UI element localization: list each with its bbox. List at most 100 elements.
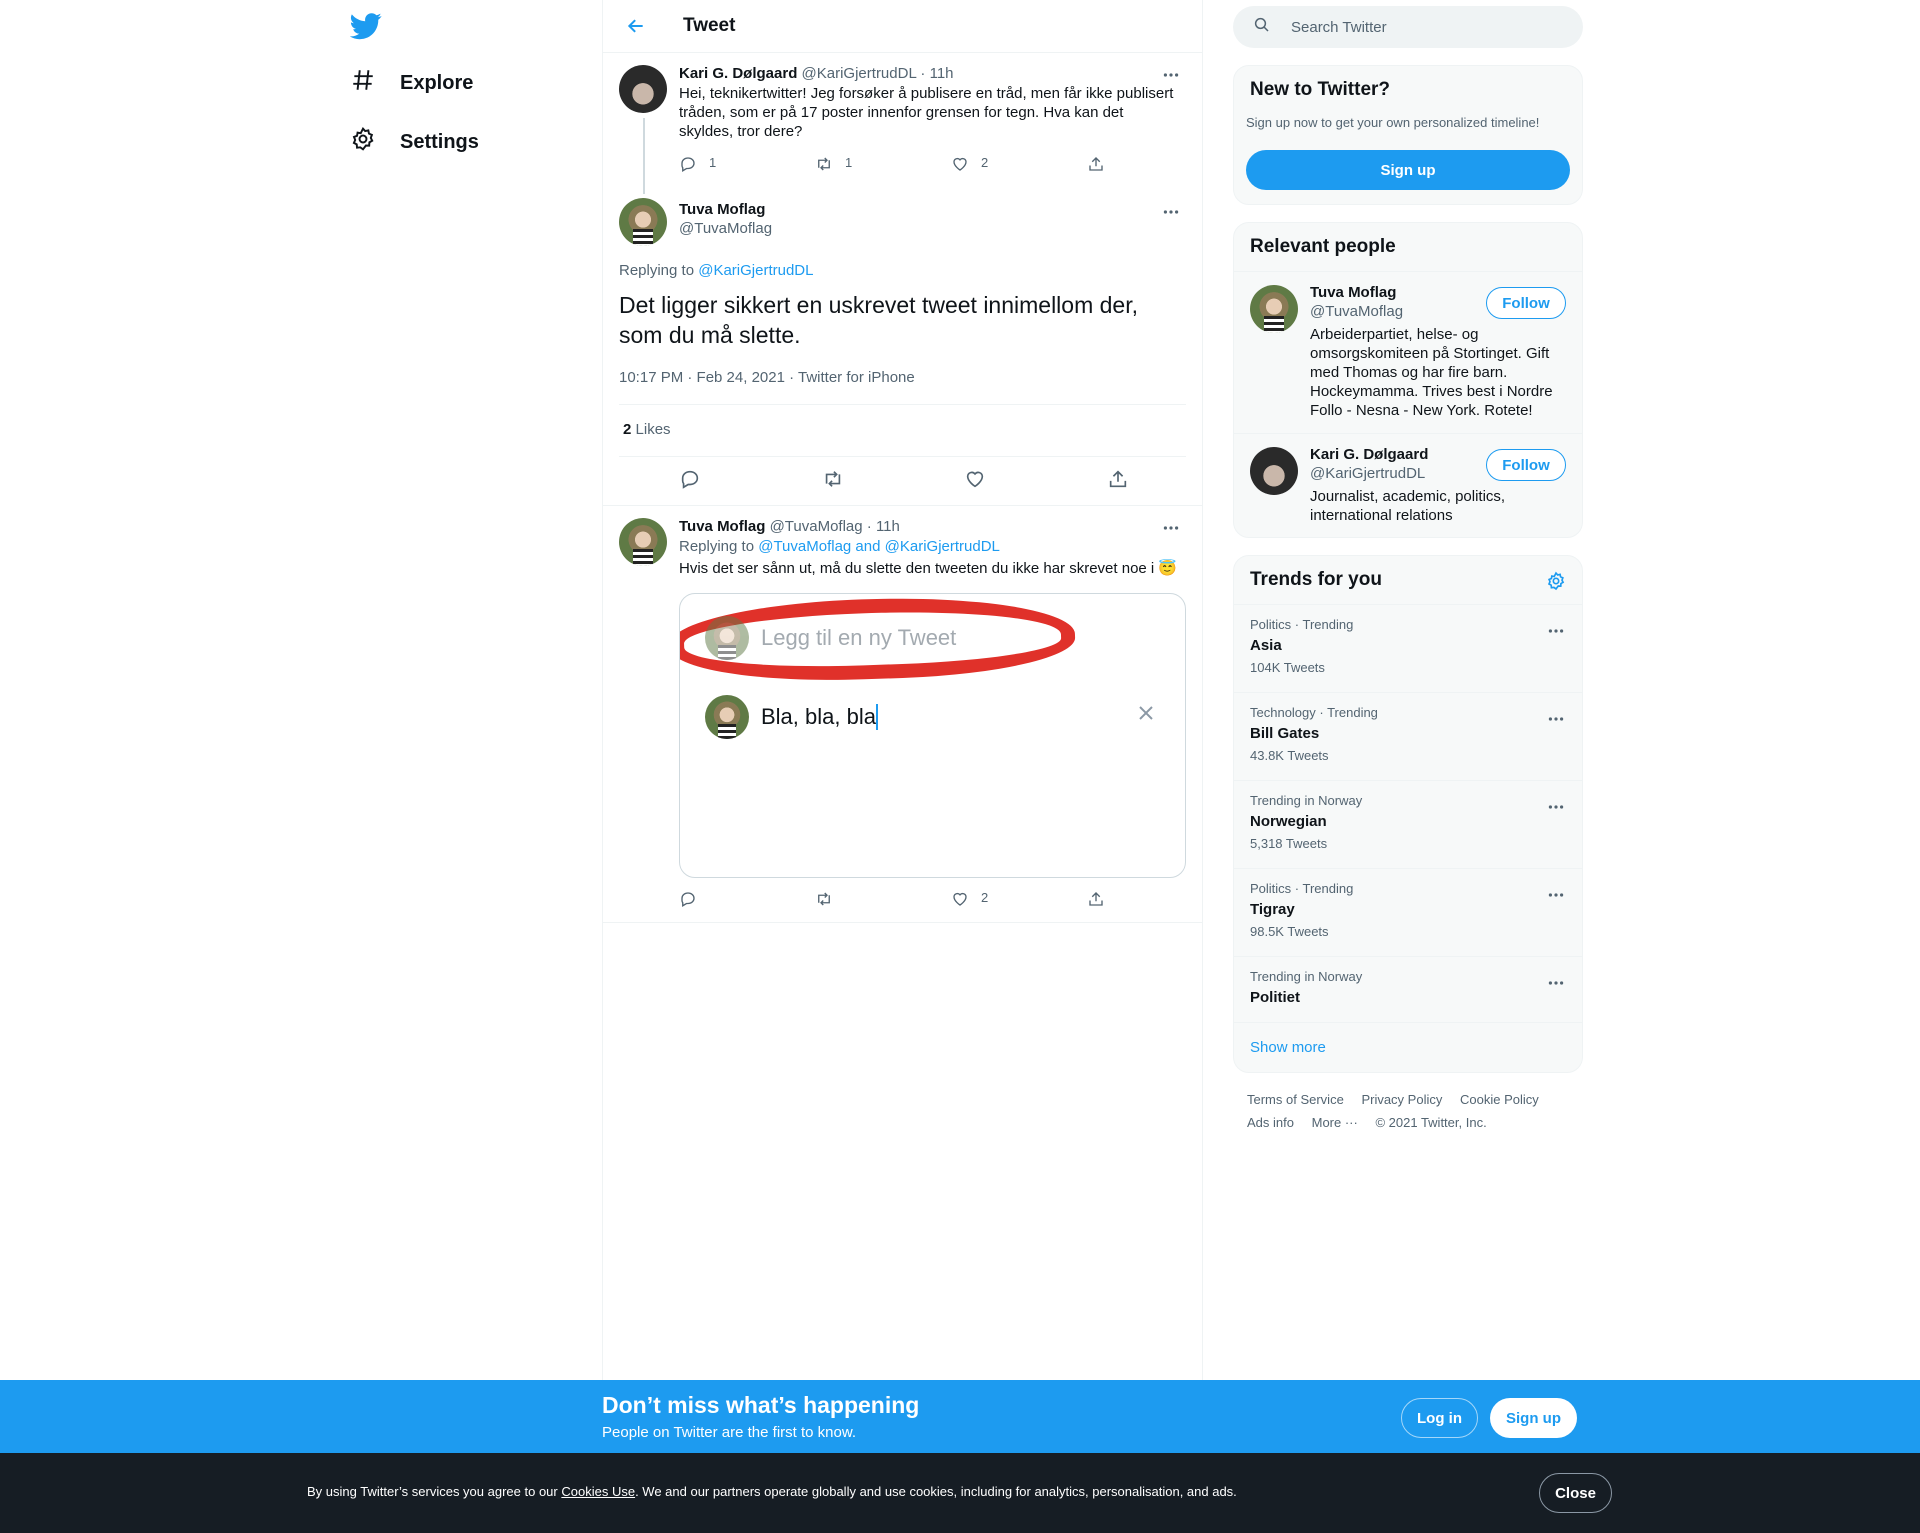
trend-count: 5,318 Tweets <box>1250 836 1328 851</box>
tweet-actions: 1 1 2 <box>679 155 1223 173</box>
author-name[interactable]: Tuva Moflag <box>679 201 772 218</box>
more-dots-icon[interactable] <box>1546 885 1566 905</box>
author-handle[interactable]: @TuvaMoflag <box>770 518 863 535</box>
share-button[interactable] <box>1087 890 1223 908</box>
more-dots-icon[interactable] <box>1546 797 1566 817</box>
more-dots-icon[interactable] <box>1161 202 1181 222</box>
replying-prefix: Replying to <box>679 538 755 555</box>
avatar[interactable] <box>1250 447 1298 495</box>
ads-info-link[interactable]: Ads info <box>1247 1115 1294 1130</box>
cookie-close-button[interactable]: Close <box>1539 1473 1612 1513</box>
reply-count: 1 <box>709 155 717 170</box>
trend-item[interactable]: Technology · Trending Bill Gates 43.8K T… <box>1234 692 1582 780</box>
author-name[interactable]: Tuva Moflag <box>679 518 765 535</box>
person-row[interactable]: Kari G. Dølgaard @KariGjertrudDL Journal… <box>1234 434 1582 534</box>
gear-icon[interactable] <box>1546 571 1566 596</box>
divider <box>619 456 1186 457</box>
gear-icon <box>350 126 376 158</box>
retweet-button[interactable]: 1 <box>815 155 951 173</box>
nav-settings-label: Settings <box>400 130 479 153</box>
back-arrow-icon[interactable] <box>621 11 651 41</box>
trend-item[interactable]: Trending in Norway Norwegian 5,318 Tweet… <box>1234 780 1582 868</box>
cookie-text: By using Twitter’s services you agree to… <box>307 1484 1237 1499</box>
focused-tweet-text: Det ligger sikkert en uskrevet tweet inn… <box>619 292 1138 348</box>
replying-to: Replying to @KariGjertrudDL <box>619 262 813 279</box>
share-button[interactable] <box>1087 155 1223 173</box>
like-icon <box>953 892 967 906</box>
banner-subtext: People on Twitter are the first to know. <box>602 1424 857 1441</box>
terms-link[interactable]: Terms of Service <box>1247 1092 1344 1107</box>
main-column: Tweet Kari G. Dølgaard @KariGjertrudDL ·… <box>602 0 1203 1380</box>
image-compose-row: Legg til en ny Tweet <box>705 616 956 660</box>
tweet-image[interactable]: Legg til en ny Tweet Bla, bla, bla <box>679 593 1186 878</box>
tweet-time[interactable]: · 11h <box>920 65 953 82</box>
retweet-count: 1 <box>845 155 853 170</box>
privacy-link[interactable]: Privacy Policy <box>1361 1092 1442 1107</box>
like-button[interactable]: 2 <box>951 155 1087 173</box>
person-row[interactable]: Tuva Moflag @TuvaMoflag Arbeiderpartiet,… <box>1234 272 1582 432</box>
avatar[interactable] <box>619 198 667 246</box>
retweet-icon[interactable] <box>822 468 844 490</box>
author-name[interactable]: Kari G. Dølgaard <box>679 65 797 82</box>
follow-button[interactable]: Follow <box>1486 449 1566 481</box>
trend-count: 104K Tweets <box>1250 660 1325 675</box>
cookies-use-link[interactable]: Cookies Use <box>561 1484 635 1499</box>
trend-item[interactable]: Politics · Trending Asia 104K Tweets <box>1234 604 1582 692</box>
sidebar-signup-button[interactable]: Sign up <box>1246 150 1570 190</box>
likes-summary[interactable]: 2 Likes <box>623 421 671 438</box>
share-icon[interactable] <box>1107 468 1129 490</box>
avatar[interactable] <box>619 65 667 113</box>
nav-settings[interactable]: Settings <box>350 126 479 158</box>
reply-icon[interactable] <box>679 468 701 490</box>
reply-icon <box>681 157 695 172</box>
login-button[interactable]: Log in <box>1401 1398 1478 1438</box>
author-handle[interactable]: @KariGjertrudDL <box>802 65 917 82</box>
likes-label: Likes <box>635 421 671 438</box>
cookie-link[interactable]: Cookie Policy <box>1460 1092 1539 1107</box>
trend-count: 43.8K Tweets <box>1250 748 1329 763</box>
replying-to-link[interactable]: @TuvaMoflag and @KariGjertrudDL <box>758 538 1000 555</box>
divider <box>603 505 1202 506</box>
more-dots-icon[interactable] <box>1161 518 1181 538</box>
tweet-actions: 2 <box>679 890 1223 908</box>
trend-item[interactable]: Politics · Trending Tigray 98.5K Tweets <box>1234 868 1582 956</box>
banner-heading: Don’t miss what’s happening <box>602 1392 920 1418</box>
card-title: New to Twitter? <box>1250 79 1391 100</box>
tweet-time[interactable]: · 11h <box>867 518 900 535</box>
nav-explore[interactable]: Explore <box>350 67 473 99</box>
focused-tweet-actions <box>619 468 1189 490</box>
avatar <box>705 695 749 739</box>
new-to-twitter-card: New to Twitter? Sign up now to get your … <box>1233 65 1583 205</box>
more-dots-icon[interactable] <box>1161 65 1181 85</box>
replying-to-link[interactable]: @KariGjertrudDL <box>698 262 813 279</box>
avatar[interactable] <box>1250 285 1298 333</box>
retweet-icon <box>818 892 830 906</box>
search-input[interactable]: Search Twitter <box>1291 19 1387 36</box>
more-dots-icon[interactable] <box>1546 709 1566 729</box>
trend-count: 98.5K Tweets <box>1250 924 1329 939</box>
image-placeholder-text: Legg til en ny Tweet <box>761 625 957 650</box>
avatar[interactable] <box>619 518 667 566</box>
more-dots-icon[interactable] <box>1546 621 1566 641</box>
like-icon[interactable] <box>964 468 986 490</box>
trend-item[interactable]: Trending in Norway Politiet <box>1234 956 1582 1022</box>
show-more-label[interactable]: Show more <box>1250 1039 1326 1056</box>
relevant-people-card: Relevant people Tuva Moflag @TuvaMoflag … <box>1233 222 1583 538</box>
like-button[interactable]: 2 <box>951 890 1087 908</box>
signup-button[interactable]: Sign up <box>1490 1398 1577 1438</box>
show-more-link[interactable]: Show more <box>1234 1022 1582 1072</box>
twitter-logo-icon[interactable] <box>349 10 382 42</box>
more-dots-icon[interactable] <box>1546 973 1566 993</box>
page-title: Tweet <box>683 15 736 36</box>
retweet-button[interactable] <box>815 890 951 908</box>
search-bar[interactable]: Search Twitter <box>1233 6 1583 48</box>
author-handle[interactable]: @TuvaMoflag <box>679 220 772 237</box>
reply-button[interactable] <box>679 890 815 908</box>
more-link[interactable]: More ··· <box>1312 1115 1358 1130</box>
trend-context: Trending in Norway <box>1250 793 1363 808</box>
follow-button[interactable]: Follow <box>1486 287 1566 319</box>
trends-card: Trends for you Politics · Trending Asia … <box>1233 555 1583 1073</box>
reply-button[interactable]: 1 <box>679 155 815 173</box>
tweet-timestamp[interactable]: 10:17 PM · Feb 24, 2021 · Twitter for iP… <box>619 369 915 386</box>
trend-context: Trending in Norway <box>1250 969 1363 984</box>
